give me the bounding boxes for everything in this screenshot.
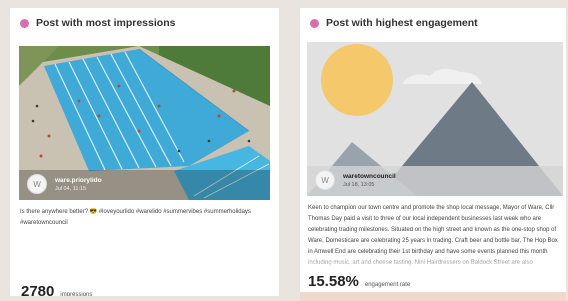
post-image-pool[interactable]: W ware.priorylido Jul 04, 11:15 bbox=[19, 46, 270, 200]
post-author[interactable]: W waretowncouncil Jul 18, 13:05 bbox=[315, 170, 396, 190]
metric-label: engagement rate bbox=[364, 282, 411, 288]
post-card-most-impressions: Post with most impressions W ware.priory… bbox=[10, 8, 279, 296]
metric-label: impressions bbox=[60, 292, 93, 296]
post-image-placeholder[interactable]: W waretowncouncil Jul 18, 13:05 bbox=[307, 42, 563, 196]
status-dot-icon bbox=[20, 18, 29, 28]
post-card-highest-engagement: Post with highest engagement W waretownc… bbox=[300, 8, 566, 292]
author-name[interactable]: ware.priorylido bbox=[55, 177, 102, 184]
avatar[interactable]: W bbox=[27, 174, 47, 194]
post-date: Jul 04, 11:15 bbox=[55, 185, 87, 192]
post-date: Jul 18, 13:05 bbox=[343, 181, 375, 188]
avatar[interactable]: W bbox=[315, 170, 335, 190]
post-caption: Keen to champion our town centre and pro… bbox=[308, 203, 560, 269]
metric-value: 2780 bbox=[21, 283, 55, 296]
engagement-metric: 15.58% engagement rate bbox=[308, 273, 410, 290]
card-title: Post with most impressions bbox=[36, 17, 176, 29]
post-caption: Is there anywhere better? 😎 #loveyourlid… bbox=[20, 209, 251, 226]
card-title: Post with highest engagement bbox=[326, 17, 478, 29]
author-name[interactable]: waretowncouncil bbox=[343, 173, 396, 180]
impressions-metric: 2780 impressions bbox=[21, 283, 92, 296]
next-card-edge bbox=[300, 292, 566, 301]
card-header: Post with highest engagement bbox=[310, 17, 478, 29]
post-author[interactable]: W ware.priorylido Jul 04, 11:15 bbox=[27, 174, 102, 194]
metric-value: 15.58% bbox=[308, 273, 359, 290]
card-header: Post with most impressions bbox=[20, 17, 175, 29]
status-dot-icon bbox=[310, 18, 319, 28]
